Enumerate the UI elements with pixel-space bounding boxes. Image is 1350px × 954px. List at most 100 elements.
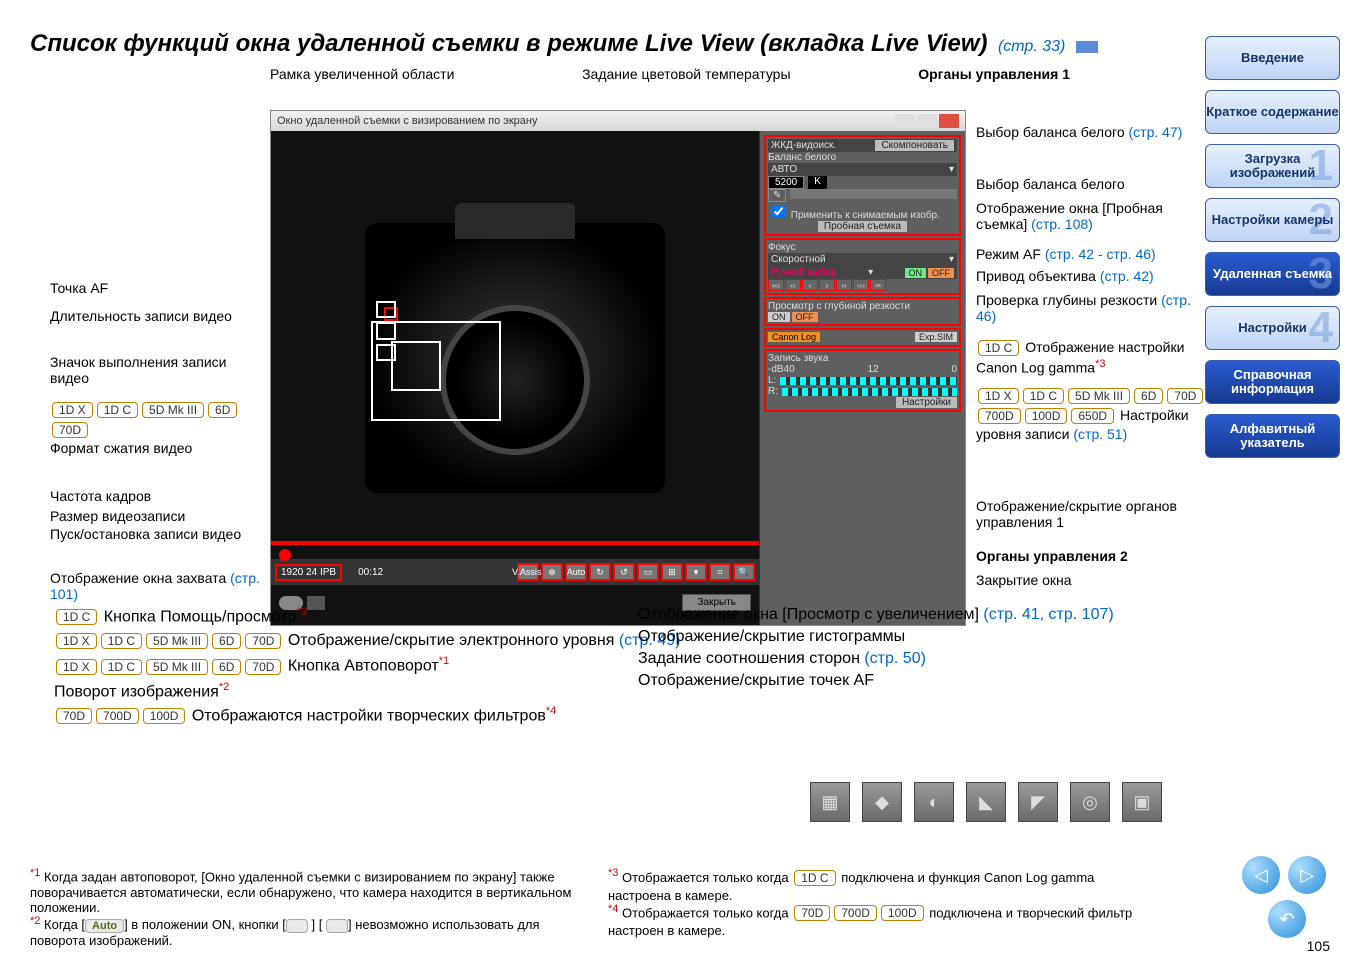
callout-right: Отображение/скрытие органов управления 1 [976,498,1206,530]
toolbar-button[interactable]: ⊕ [541,563,563,581]
compose-button[interactable]: Скомпоновать [875,140,954,151]
kelvin-value[interactable]: 5200 [768,176,804,189]
footnote-1: Когда задан автоповорот, [Окно удаленной… [30,870,571,915]
callout-left: Длительность записи видео [50,308,266,324]
timecode: 00:12 [358,567,383,578]
apply-label: Применить к снимаемым изобр. [791,210,940,221]
callout-mid: Отображение/скрытие гистограммы [638,628,1198,646]
callout-right: Закрытие окна [976,572,1206,588]
window-title-text: Окно удаленной съемки с визированием по … [277,115,538,127]
toolbar-button[interactable]: Auto [565,563,587,581]
sidebar-item[interactable]: Настройки4 [1205,306,1340,350]
toolbar-button[interactable]: ▭ [637,563,659,581]
footnote-4: Отображается только когда 70D700D100D по… [608,905,1132,938]
sidebar-item[interactable]: Справочная информация [1205,360,1340,404]
af-mode-select[interactable]: Скоростной▾ [768,253,957,266]
remote-live-view-window: Окно удаленной съемки с визированием по … [270,110,966,626]
sidebar-nav: Введение Краткое содержание Загрузка изобр… [1205,36,1340,458]
window-controls[interactable] [895,114,959,128]
sound-settings-button[interactable]: Настройки [896,397,957,408]
apply-to-shot-check[interactable] [772,205,785,218]
sound-title: Запись звука [768,353,957,364]
video-info-bar: 1920 24 IPB 00:12 V.Assist⊕Auto↻↺▭⊞▾⌗🔍 [271,559,759,585]
viewer-toolbar: V.Assist⊕Auto↻↺▭⊞▾⌗🔍 [517,563,755,581]
wb-mode-select[interactable]: АВТО▾ [768,163,957,176]
test-shot-button[interactable]: Пробная съемка [818,221,907,232]
callout-right: Проверка глубины резкости (стр. 46) [976,292,1206,324]
dof-on-off[interactable]: ONOFF [768,312,957,322]
sidebar-item[interactable]: Загрузка изображений1 [1205,144,1340,188]
rotate-left-icon [286,919,308,933]
callout-right: Отображение окна [Пробная съемка] (стр. … [976,200,1206,232]
callout-left: Частота кадров [50,488,266,504]
toolbar-button[interactable]: ↻ [589,563,611,581]
callout-bottom: 70D700D100D Отображаются настройки творч… [54,705,814,726]
label-enlarge-frame: Рамка увеличенной области [270,66,454,82]
kelvin-k-icon: K [808,176,827,189]
sidebar-item[interactable]: Удаленная съемка3 [1205,252,1340,296]
lens-drive-arrows[interactable]: ‹‹‹‹‹‹››››››∞ [768,279,957,291]
callout-right: Выбор баланса белого (стр. 47) [976,124,1206,140]
toolbar-button[interactable]: V.Assist [517,563,539,581]
toolbar-button[interactable]: 🔍 [733,563,755,581]
rotate-right-icon [326,919,348,933]
toolbar-button[interactable]: ▾ [685,563,707,581]
controls-panel-1: ЖКД-видоиск. Скомпоновать Баланс белого А… [759,131,965,625]
top-labels: Рамка увеличенной области Задание цветов… [270,66,1070,82]
db-right: 0 [951,364,957,375]
footnotes: *1 Когда задан автоповорот, [Окно удален… [30,867,1160,948]
sidebar-item[interactable]: Алфавитный указатель [1205,414,1340,458]
label-color-temp: Задание цветовой температуры [582,66,790,82]
pager: ◁ ▷ [1242,856,1326,894]
callout-left: Размер видеозаписи [50,508,266,524]
filter-icon: ▣ [1122,782,1162,822]
live-view-viewport: 1920 24 IPB 00:12 V.Assist⊕Auto↻↺▭⊞▾⌗🔍 З… [271,131,759,625]
ch-l-label: L: [768,375,776,386]
callout-left: Отображение окна захвата (стр. 101) [50,570,266,602]
sidebar-item[interactable]: Настройки камеры2 [1205,198,1340,242]
callout-right: Режим AF (стр. 42 - стр. 46) [976,246,1206,262]
db-mid: 12 [868,364,879,375]
toolbar-button[interactable]: ↺ [613,563,635,581]
filter-icon: ◎ [1070,782,1110,822]
filter-icon: ◤ [1018,782,1058,822]
pager-next-button[interactable]: ▷ [1288,856,1326,894]
callout-right: 1D X1D C5D Mk III6D70D700D100D650D Настр… [976,386,1206,442]
title-page-ref[interactable]: (стр. 33) [998,38,1065,55]
exp-sim-badge: Exp.SIM [915,332,957,342]
pager-return-button[interactable]: ↶ [1268,900,1306,938]
callout-right: Привод объектива (стр. 42) [976,268,1206,284]
window-titlebar: Окно удаленной съемки с визированием по … [271,111,965,131]
marker-enlarge-inner [391,341,441,391]
lcd-label: ЖКД-видоиск. [771,140,836,151]
meter-r [782,388,957,396]
creative-filter-icons: ▦◆◐◣◤◎▣ [810,782,1162,822]
focus-title: Фокус [768,242,957,253]
sidebar-item[interactable]: Краткое содержание [1205,90,1340,134]
pager-prev-button[interactable]: ◁ [1242,856,1280,894]
movie-size-badge: 1920 24 IPB [275,564,342,581]
filter-icon: ▦ [810,782,850,822]
label-controls1: Органы управления 1 [918,66,1070,82]
record-button[interactable] [279,549,291,561]
wb-title: Баланс белого [768,152,957,163]
toolbar-button[interactable]: ⊞ [661,563,683,581]
wb-shift-icon[interactable]: ✎ [768,189,786,202]
sidebar-item[interactable]: Введение [1205,36,1340,80]
af-manual-label[interactable]: Ручной выбор [771,267,837,278]
callout-mid: Задание соотношения сторон (стр. 50) [638,650,1198,668]
canon-log-badge: Canon Log [768,332,820,342]
toolbar-button[interactable]: ⌗ [709,563,731,581]
footnote-2: Когда [Auto] в положении ON, кнопки [ ] … [30,917,540,948]
page-title: Список функций окна удаленной съемки в р… [30,30,1334,58]
callout-right: 1D C Отображение настройки Canon Log gam… [976,338,1206,376]
wb-shift-slider[interactable] [790,189,957,199]
auto-chip-icon: Auto [85,919,124,933]
callout-left: Значок выполнения записи видео [50,354,266,386]
ch-r-label: R: [768,386,778,397]
filter-icon: ◆ [862,782,902,822]
af-on-off[interactable]: ONOFF [905,268,955,278]
db-left: -dB40 [768,364,795,375]
callout-left: 1D X1D C5D Mk III6D70DФормат сжатия виде… [50,400,266,456]
callout-left: Точка AF [50,280,266,296]
